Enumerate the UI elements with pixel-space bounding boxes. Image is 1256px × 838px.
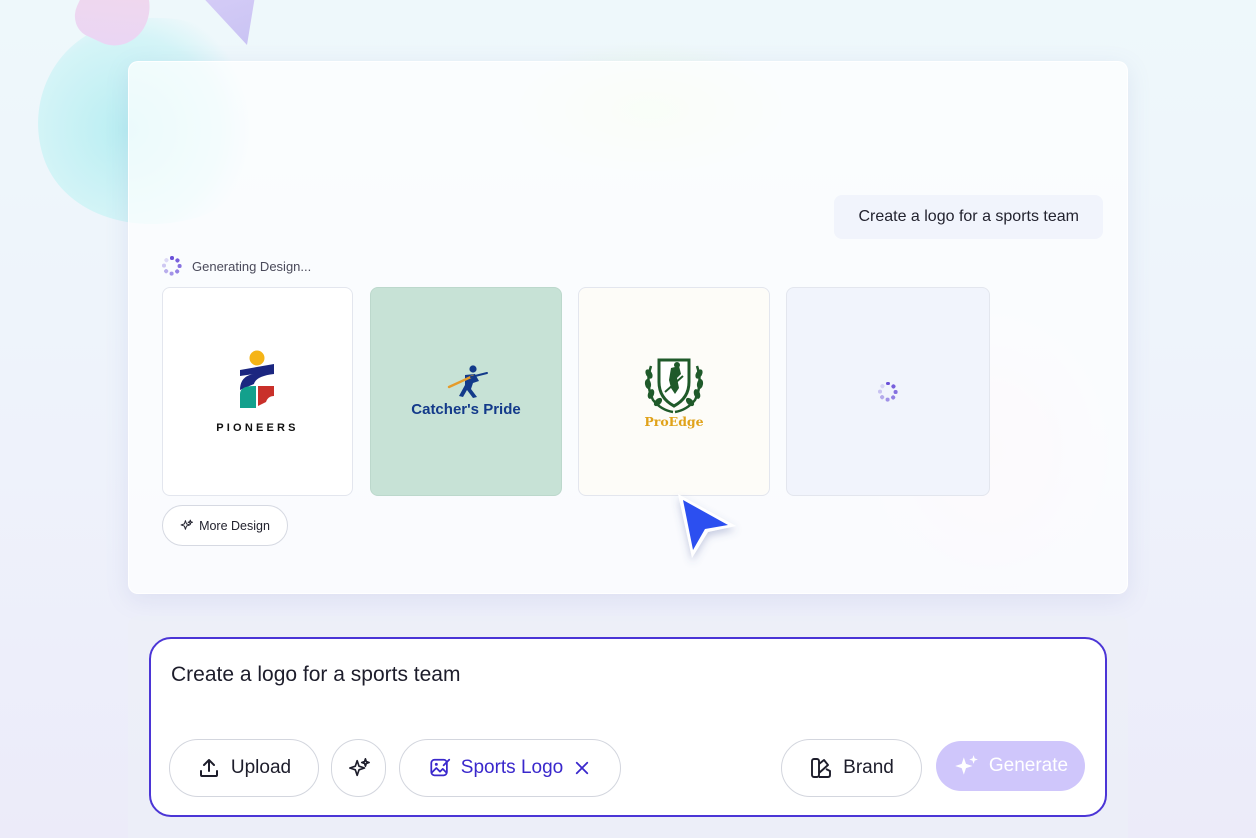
logo-proedge-text: ProEdge [644,414,704,429]
sparkle-icon [953,753,979,779]
prompt-composer[interactable]: Create a logo for a sports team Upload S… [149,637,1107,817]
logo-proedge: ProEdge [641,354,707,429]
user-message: Create a logo for a sports team [834,195,1103,239]
composer-toolbar: Upload Sports Logo Brand Generate [169,739,1087,797]
background-blob-lilac [196,0,256,45]
more-design-label: More Design [199,518,270,533]
sparkle-icon [180,519,194,532]
close-icon[interactable] [573,759,591,777]
design-card-proedge[interactable]: ProEdge [578,287,770,496]
batter-icon [447,365,488,398]
status-text: Generating Design... [192,258,312,274]
brand-label: Brand [843,757,894,778]
spinner-icon [162,256,182,276]
palette-icon [809,756,833,780]
mouse-cursor-icon [678,494,736,558]
generate-button[interactable]: Generate [936,741,1085,791]
prompt-input[interactable]: Create a logo for a sports team [171,663,460,687]
composer-area: Create a logo for a sports team Upload S… [128,616,1128,838]
upload-label: Upload [230,757,292,778]
brand-button[interactable]: Brand [781,739,922,797]
pioneers-emblem-icon [240,350,275,408]
logo-pioneers: PIONEERS [216,350,298,434]
upload-button[interactable]: Upload [169,739,319,797]
sports-logo-tag-label: Sports Logo [460,757,564,778]
sports-logo-tag[interactable]: Sports Logo [399,739,621,797]
enhance-prompt-button[interactable] [331,739,386,797]
logo-pioneers-text: PIONEERS [216,421,299,434]
sparkle-icon [348,757,370,779]
generate-label: Generate [988,755,1069,776]
upload-icon [197,756,221,780]
crest-icon [644,358,704,414]
chat-panel: Create a logo for a sports team Generati… [128,61,1128,594]
background-blob-pink [67,0,163,57]
more-design-button[interactable]: More Design [162,505,288,546]
spinner-icon [878,381,898,402]
logo-catchers-pride: Catcher's Pride [411,365,521,418]
image-edit-icon [429,757,451,779]
design-card-pioneers[interactable]: PIONEERS [162,287,353,496]
design-card-loading [786,287,990,496]
logo-catchers-pride-text: Catcher's Pride [411,401,521,418]
generation-status: Generating Design... [162,256,311,276]
design-card-catchers-pride[interactable]: Catcher's Pride [370,287,562,496]
